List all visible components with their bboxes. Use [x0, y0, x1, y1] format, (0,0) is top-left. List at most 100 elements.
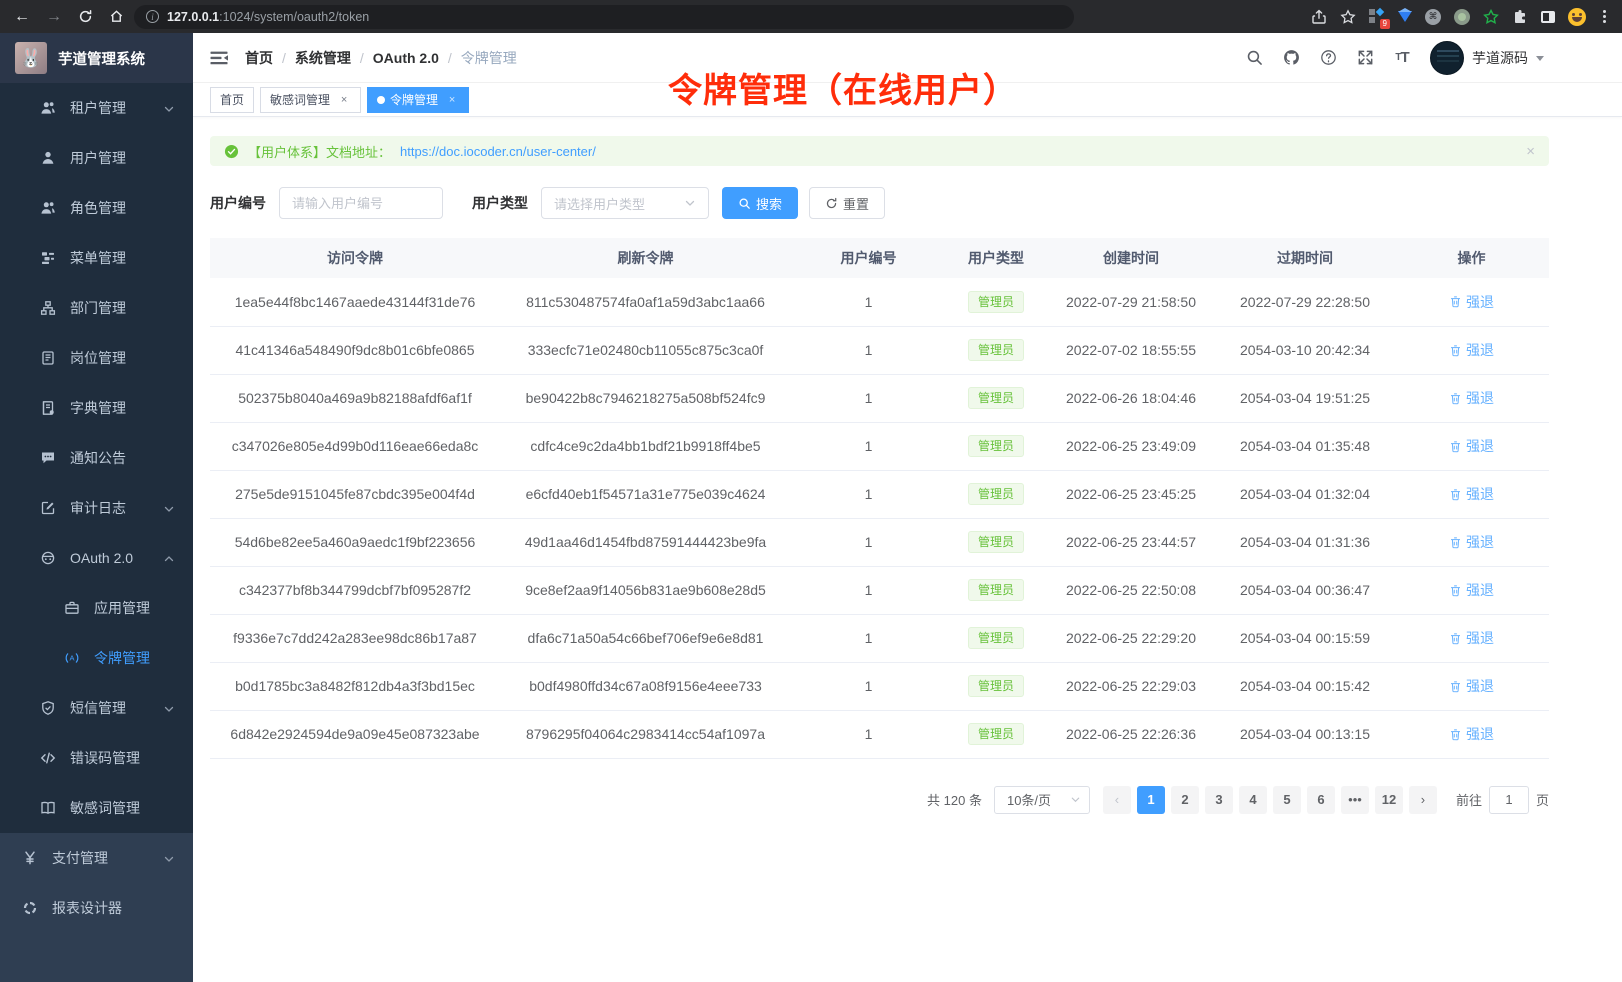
browser-chrome: ← → i 127.0.0.1:1024/system/oauth2/token… [0, 0, 1622, 33]
side-panel-icon[interactable] [1541, 11, 1555, 23]
page-button-6[interactable]: 6 [1307, 786, 1335, 814]
token-table: 访问令牌刷新令牌用户编号用户类型创建时间过期时间操作 1ea5e44f8bc14… [210, 238, 1549, 759]
user-type-cell: 管理员 [946, 662, 1046, 710]
sidebar-item-label: 报表设计器 [52, 898, 122, 918]
breadcrumb-item[interactable]: 首页 [245, 48, 273, 68]
gem-extension-icon[interactable] [1398, 11, 1412, 22]
sidebar-item-menu[interactable]: 菜单管理 [0, 233, 193, 283]
site-info-icon[interactable]: i [146, 10, 159, 23]
force-logout-button[interactable]: 强退 [1449, 388, 1494, 408]
sidebar-item-audit-log[interactable]: 审计日志 [0, 483, 193, 533]
user-type-badge: 管理员 [968, 531, 1024, 553]
user-type-cell: 管理员 [946, 278, 1046, 326]
sidebar-item-oauth-app[interactable]: 应用管理 [0, 583, 193, 633]
refresh-token-cell: cdfc4ce9c2da4bb1bdf21b9918ff4be5 [500, 422, 791, 470]
sidebar-item-report-designer[interactable]: 报表设计器 [0, 883, 193, 933]
chevron-down-icon [163, 502, 175, 514]
menu-icon [40, 250, 56, 266]
sidebar-item-dict[interactable]: 字典管理 [0, 383, 193, 433]
tab-home[interactable]: 首页 [210, 87, 254, 113]
page-button-3[interactable]: 3 [1205, 786, 1233, 814]
bookmark-star-icon[interactable] [1340, 9, 1356, 25]
breadcrumb-item[interactable]: OAuth 2.0 [373, 50, 439, 66]
search-icon[interactable] [1245, 49, 1263, 67]
address-bar[interactable]: i 127.0.0.1:1024/system/oauth2/token [134, 5, 1074, 29]
record-extension-icon[interactable] [1454, 9, 1470, 25]
user-id-cell: 1 [791, 518, 946, 566]
browser-forward-icon[interactable]: → [46, 9, 62, 25]
green-star-extension-icon[interactable] [1483, 9, 1499, 25]
force-logout-button[interactable]: 强退 [1449, 340, 1494, 360]
sidebar-item-oauth[interactable]: OAuth 2.0 [0, 533, 193, 583]
user-id-input[interactable] [279, 187, 443, 219]
help-icon[interactable] [1319, 49, 1337, 67]
sidebar-item-label: 短信管理 [70, 698, 126, 718]
refresh-token-cell: e6cfd40eb1f54571a31e775e039c4624 [500, 470, 791, 518]
extension-blocks-icon[interactable]: 9 [1369, 9, 1385, 25]
breadcrumb-item[interactable]: 系统管理 [295, 48, 351, 68]
force-logout-button[interactable]: 强退 [1449, 484, 1494, 504]
page-button-4[interactable]: 4 [1239, 786, 1267, 814]
goto-label: 前往 [1456, 790, 1482, 809]
alert-close-icon[interactable]: × [1526, 143, 1535, 160]
force-logout-label: 强退 [1466, 724, 1494, 744]
browser-back-icon[interactable]: ← [14, 9, 30, 25]
hamburger-icon[interactable] [209, 48, 229, 68]
tab-close-icon[interactable]: × [337, 93, 351, 107]
user-type-select[interactable]: 请选择用户类型 [541, 187, 709, 219]
doc-link[interactable]: https://doc.iocoder.cn/user-center/ [400, 144, 596, 159]
force-logout-button[interactable]: 强退 [1449, 580, 1494, 600]
share-icon[interactable] [1311, 9, 1327, 25]
next-page-button[interactable]: › [1409, 786, 1437, 814]
page-button-12[interactable]: 12 [1375, 786, 1403, 814]
sidebar-item-sms[interactable]: 短信管理 [0, 683, 193, 733]
command-extension-icon[interactable]: ⌘ [1425, 9, 1441, 25]
font-size-icon[interactable]: TT [1393, 49, 1411, 67]
goto-page-input[interactable] [1489, 786, 1529, 814]
sidebar-item-post[interactable]: 岗位管理 [0, 333, 193, 383]
user-menu[interactable]: 芋道源码 [1430, 41, 1544, 75]
sidebar-item-error-code[interactable]: 错误码管理 [0, 733, 193, 783]
expire-time-cell: 2054-03-04 01:35:48 [1216, 422, 1394, 470]
more-pages-button[interactable]: ••• [1341, 786, 1369, 814]
chevron-down-icon [1070, 794, 1081, 805]
browser-menu-icon[interactable] [1603, 15, 1606, 18]
page-button-5[interactable]: 5 [1273, 786, 1301, 814]
profile-avatar-icon[interactable] [1568, 8, 1586, 26]
user-name: 芋道源码 [1472, 48, 1528, 68]
reset-button[interactable]: 重置 [809, 187, 885, 219]
browser-refresh-icon[interactable] [78, 9, 93, 24]
force-logout-button[interactable]: 强退 [1449, 292, 1494, 312]
sidebar-item-dept[interactable]: 部门管理 [0, 283, 193, 333]
page-size-select[interactable]: 10条/页 [994, 786, 1090, 814]
sidebar-item-label: 敏感词管理 [70, 798, 140, 818]
search-button[interactable]: 搜索 [722, 187, 798, 219]
force-logout-button[interactable]: 强退 [1449, 676, 1494, 696]
sidebar-item-pay[interactable]: 支付管理 [0, 833, 193, 883]
sidebar-item-notice[interactable]: 通知公告 [0, 433, 193, 483]
tab-oauth-token[interactable]: 令牌管理× [367, 87, 469, 113]
force-logout-button[interactable]: 强退 [1449, 724, 1494, 744]
force-logout-button[interactable]: 强退 [1449, 628, 1494, 648]
browser-home-icon[interactable] [109, 9, 124, 24]
fullscreen-icon[interactable] [1356, 49, 1374, 67]
tab-close-icon[interactable]: × [445, 93, 459, 107]
sidebar-item-tenant[interactable]: 租户管理 [0, 83, 193, 133]
app-logo[interactable]: 🐰 芋道管理系统 [0, 33, 193, 83]
github-icon[interactable] [1282, 49, 1300, 67]
access-token-cell: 275e5de9151045fe87cbdc395e004f4d [210, 470, 500, 518]
force-logout-button[interactable]: 强退 [1449, 436, 1494, 456]
page-button-1[interactable]: 1 [1137, 786, 1165, 814]
chevron-up-icon [163, 552, 175, 564]
force-logout-button[interactable]: 强退 [1449, 532, 1494, 552]
tab-sensitive-word[interactable]: 敏感词管理× [260, 87, 361, 113]
sidebar-item-sensitive-word[interactable]: 敏感词管理 [0, 783, 193, 833]
sidebar-item-oauth-token[interactable]: A令牌管理 [0, 633, 193, 683]
puzzle-extensions-icon[interactable] [1512, 9, 1528, 25]
sidebar-item-user[interactable]: 用户管理 [0, 133, 193, 183]
prev-page-button[interactable]: ‹ [1103, 786, 1131, 814]
force-logout-label: 强退 [1466, 292, 1494, 312]
sidebar-item-role[interactable]: 角色管理 [0, 183, 193, 233]
page-button-2[interactable]: 2 [1171, 786, 1199, 814]
force-logout-label: 强退 [1466, 676, 1494, 696]
